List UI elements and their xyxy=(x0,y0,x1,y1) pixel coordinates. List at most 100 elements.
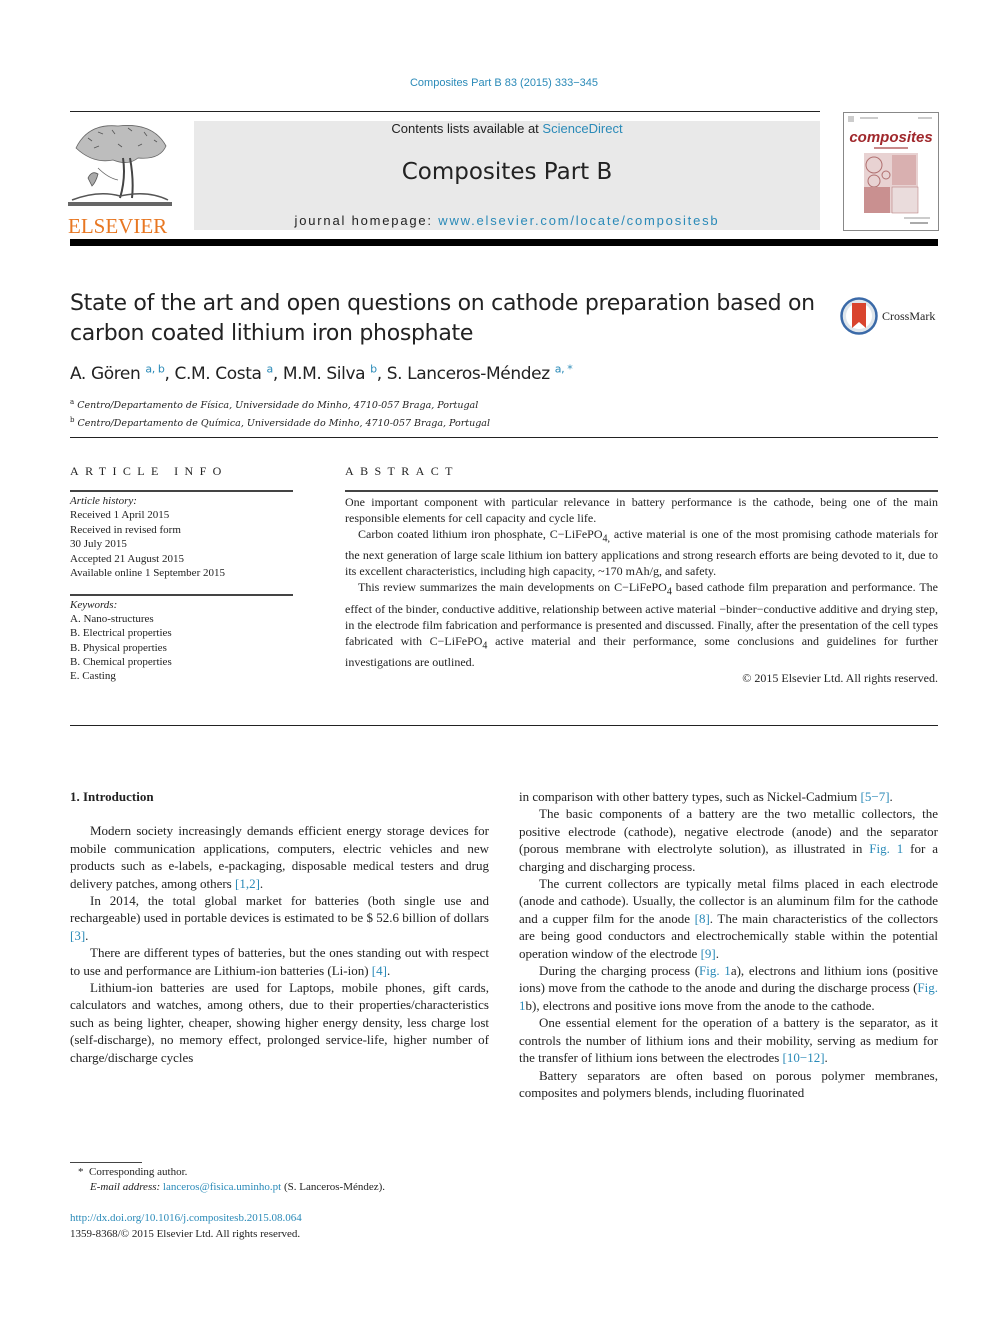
author-name[interactable]: M.M. Silva xyxy=(283,364,366,384)
homepage-line: journal homepage: www.elsevier.com/locat… xyxy=(194,213,820,228)
affiliation-text: Centro/Departamento de Física, Universid… xyxy=(77,400,479,412)
author-affiliation-marker[interactable]: a, * xyxy=(555,362,573,375)
body-paragraph: Battery separators are often based on po… xyxy=(519,1067,938,1100)
footnote-marker: * xyxy=(78,1166,84,1178)
elsevier-tree-icon xyxy=(68,125,172,206)
text: Modern society increasingly demands effi… xyxy=(70,823,489,891)
abstract-heading: ABSTRACT xyxy=(345,464,459,478)
author-affiliation-marker[interactable]: a, b xyxy=(145,362,165,375)
author-separator: , xyxy=(376,363,387,384)
history-item: Available online 1 September 2015 xyxy=(70,567,225,580)
body-paragraph: In 2014, the total global market for bat… xyxy=(70,893,489,943)
section-heading-introduction: 1. Introduction xyxy=(70,789,154,804)
affiliation-a: a Centro/Departamento de Física, Univers… xyxy=(70,395,490,413)
figure-link[interactable]: Fig. 1 xyxy=(699,963,731,978)
author-separator: , xyxy=(272,363,283,384)
author-name[interactable]: C.M. Costa xyxy=(175,364,262,384)
body-paragraph: There are different types of batteries, … xyxy=(70,945,489,978)
text: in comparison with other battery types, … xyxy=(519,789,861,804)
journal-cover-thumbnail[interactable]: composites xyxy=(843,112,939,231)
text: b), electrons and positive ions move fro… xyxy=(525,997,875,1013)
email-label: E-mail address: xyxy=(90,1181,163,1193)
homepage-prefix: journal homepage: xyxy=(294,213,439,228)
email-link[interactable]: lanceros@fisica.uminho.pt xyxy=(163,1181,281,1193)
author-list: A. Gören a, b, C.M. Costa a, M.M. Silva … xyxy=(70,362,573,384)
cover-image-icon: composites xyxy=(848,116,933,224)
body-paragraph: Lithium-ion batteries are used for Lapto… xyxy=(70,980,489,1065)
author[interactable]: M.M. Silva b, xyxy=(283,362,387,384)
body-paragraph: One essential element for the operation … xyxy=(519,1015,938,1066)
keyword: A. Nano-structures xyxy=(70,613,154,626)
divider xyxy=(70,725,938,726)
reference-link[interactable]: [4] xyxy=(372,963,387,978)
history-item: Received in revised form xyxy=(70,523,181,536)
reference-link[interactable]: [1,2] xyxy=(235,876,260,891)
abstract-paragraph: One important component with particular … xyxy=(345,495,938,525)
body-paragraph: The current collectors are typically met… xyxy=(519,876,939,961)
text: In 2014, the total global market for bat… xyxy=(70,893,489,926)
text: During the charging process ( xyxy=(539,963,700,979)
author-affiliation-marker[interactable]: b xyxy=(370,362,377,375)
author[interactable]: C.M. Costa a, xyxy=(175,362,283,384)
journal-title: Composites Part B xyxy=(401,159,613,185)
divider xyxy=(70,594,293,596)
sciencedirect-link[interactable]: ScienceDirect xyxy=(542,121,622,136)
text: There are different types of batteries, … xyxy=(70,945,489,978)
affiliations: a Centro/Departamento de Física, Univers… xyxy=(70,395,490,431)
author-separator: , xyxy=(164,363,175,384)
author[interactable]: S. Lanceros-Méndez a, * xyxy=(387,362,573,384)
history-item: 30 July 2015 xyxy=(70,538,127,551)
header-thick-rule xyxy=(70,239,938,246)
journal-banner: Contents lists available at ScienceDirec… xyxy=(194,121,820,230)
crossmark-label: CrossMark xyxy=(882,308,936,323)
affiliation-text: Centro/Departamento de Química, Universi… xyxy=(77,418,491,430)
keywords-label: Keywords: xyxy=(70,599,118,611)
journal-citation-link[interactable]: Composites Part B 83 (2015) 333−345 xyxy=(0,77,992,89)
divider xyxy=(70,490,293,492)
figure-link[interactable]: Fig. 1 xyxy=(869,841,903,856)
reference-link[interactable]: [8] xyxy=(695,911,710,926)
affiliation-b: b Centro/Departamento de Química, Univer… xyxy=(70,413,490,431)
reference-link[interactable]: [10−12] xyxy=(783,1050,825,1065)
abstract-body: One important component with particular … xyxy=(345,494,938,686)
keyword: B. Chemical properties xyxy=(70,655,172,668)
author-name[interactable]: S. Lanceros-Méndez xyxy=(387,364,550,384)
body-paragraph: Modern society increasingly demands effi… xyxy=(70,823,489,891)
author[interactable]: A. Gören a, b, xyxy=(70,362,175,384)
abstract-copyright: © 2015 Elsevier Ltd. All rights reserved… xyxy=(742,671,938,686)
footnotes: * Corresponding author. E-mail address: … xyxy=(70,1165,385,1195)
reference-link[interactable]: [3] xyxy=(70,928,85,943)
doi-link[interactable]: http://dx.doi.org/10.1016/j.compositesb.… xyxy=(70,1212,302,1224)
contents-prefix: Contents lists available at xyxy=(391,121,543,136)
affiliation-key: b xyxy=(70,416,75,425)
history-item: Received 1 April 2015 xyxy=(70,509,170,522)
header-top-rule xyxy=(70,111,820,112)
divider xyxy=(70,437,938,438)
cover-title: composites xyxy=(849,129,932,146)
keyword: B. Physical properties xyxy=(70,641,167,654)
journal-homepage-link[interactable]: www.elsevier.com/locate/compositesb xyxy=(438,213,719,228)
reference-link[interactable]: [5−7] xyxy=(861,789,890,804)
history-item: Accepted 21 August 2015 xyxy=(70,552,184,565)
text: Corresponding author. xyxy=(89,1166,188,1178)
crossmark-badge[interactable]: CrossMark xyxy=(840,296,940,336)
body-column-right: in comparison with other battery types, … xyxy=(519,788,938,1101)
contents-line: Contents lists available at ScienceDirec… xyxy=(194,121,820,136)
reference-link[interactable]: [9] xyxy=(701,946,716,961)
article-info-heading: ARTICLE INFO xyxy=(70,464,228,478)
corresponding-author-note: * Corresponding author. xyxy=(70,1165,385,1180)
keywords: Keywords: A. Nano-structures B. Electric… xyxy=(70,598,172,683)
abstract-paragraph: This review summarizes the main developm… xyxy=(345,579,938,670)
keyword: B. Electrical properties xyxy=(70,627,172,640)
elsevier-wordmark: ELSEVIER xyxy=(68,214,168,238)
text: This review summarizes the main developm… xyxy=(358,580,667,595)
abstract-paragraph: Carbon coated lithium iron phosphate, C−… xyxy=(345,526,938,579)
body-paragraph: During the charging process (Fig. 1a), e… xyxy=(519,962,938,1014)
text: (S. Lanceros-Méndez). xyxy=(281,1181,386,1193)
affiliation-key: a xyxy=(70,398,75,406)
subscript: 4, xyxy=(602,533,611,545)
history-label: Article history: xyxy=(70,495,137,507)
email-note: E-mail address: lanceros@fisica.uminho.p… xyxy=(70,1180,385,1195)
elsevier-logo[interactable]: ELSEVIER xyxy=(68,118,172,237)
author-name[interactable]: A. Gören xyxy=(70,364,141,384)
